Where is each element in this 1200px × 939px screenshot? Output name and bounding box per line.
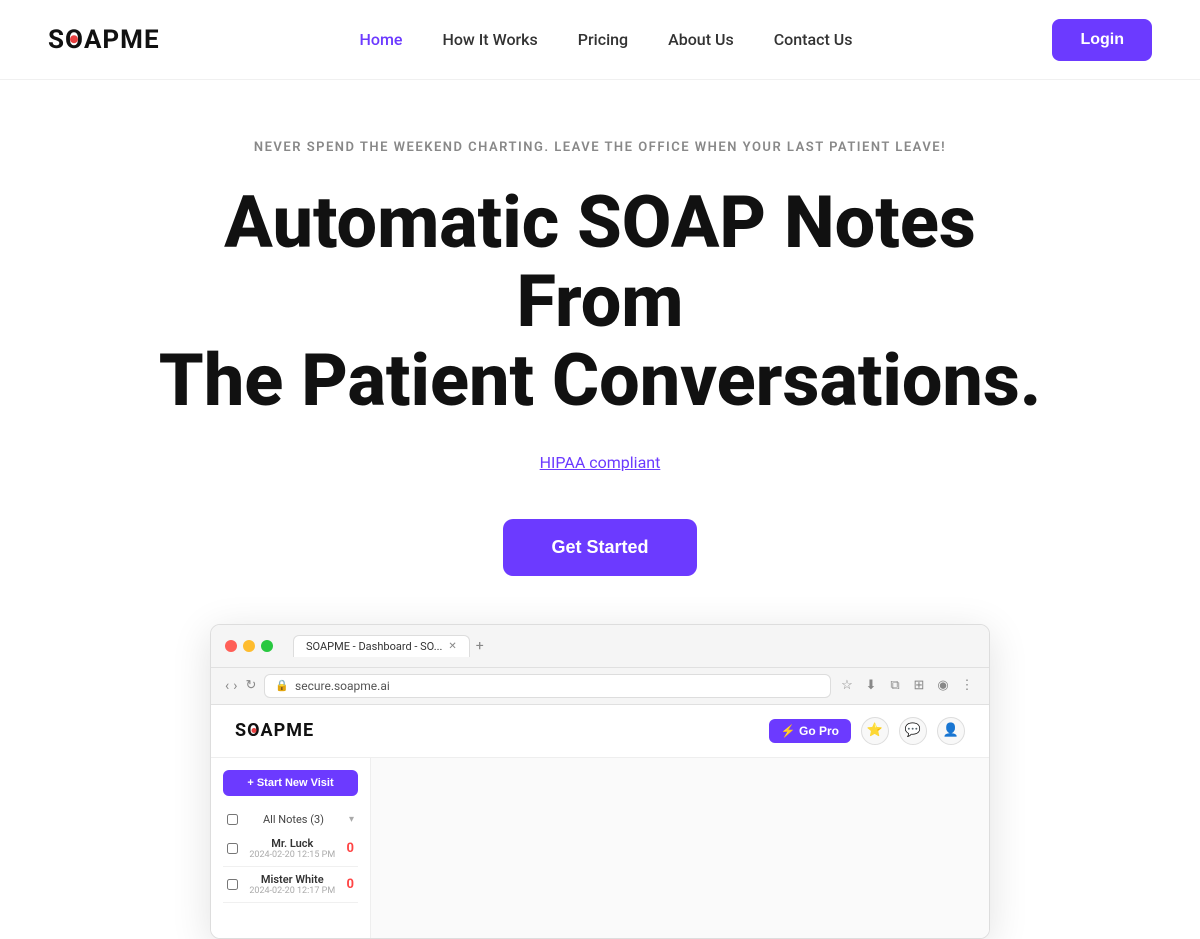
refresh-icon[interactable]: ↻	[245, 678, 256, 693]
patient-row[interactable]: Mister White 2024-02-20 12:17 PM 0	[223, 867, 358, 903]
browser-topbar: SOAPME - Dashboard - SO... ✕ +	[211, 625, 989, 668]
nav-home[interactable]: Home	[360, 30, 403, 49]
patient-1-checkbox[interactable]	[227, 843, 238, 854]
browser-mockup: SOAPME - Dashboard - SO... ✕ + ‹ › ↻ 🔒 s…	[210, 624, 990, 939]
new-tab-button[interactable]: +	[476, 638, 484, 654]
extension-icon[interactable]: ⧉	[887, 678, 903, 694]
nav-links: Home How It Works Pricing About Us Conta…	[360, 30, 853, 49]
back-arrow-icon[interactable]: ‹	[225, 678, 229, 694]
patient-2-info: Mister White 2024-02-20 12:17 PM	[244, 873, 341, 896]
patient-1-date: 2024-02-20 12:15 PM	[244, 850, 341, 860]
all-notes-chevron-icon: ▾	[349, 814, 354, 825]
profile-icon[interactable]: ◉	[935, 678, 951, 694]
app-header-right: ⚡ Go Pro ⭐ 💬 👤	[769, 717, 965, 745]
patient-row[interactable]: Mr. Luck 2024-02-20 12:15 PM 0	[223, 831, 358, 867]
app-inner: SOAPME ⚡ Go Pro ⭐ 💬 👤 + Start New Visit …	[211, 705, 989, 938]
all-notes-label: All Notes (3)	[244, 813, 343, 826]
maximize-dot[interactable]	[261, 640, 273, 652]
patient-2-badge: 0	[347, 877, 354, 892]
message-button[interactable]: 💬	[899, 717, 927, 745]
site-logo: SOAPME	[48, 25, 160, 55]
patient-2-checkbox[interactable]	[227, 879, 238, 890]
nav-how-it-works[interactable]: How It Works	[442, 30, 537, 49]
browser-traffic-lights	[225, 640, 273, 652]
browser-addressbar-row: ‹ › ↻ 🔒 secure.soapme.ai ☆ ⬇ ⧉ ⊞ ◉ ⋮	[211, 668, 989, 705]
browser-toolbar-icons: ☆ ⬇ ⧉ ⊞ ◉ ⋮	[839, 678, 975, 694]
login-button[interactable]: Login	[1052, 19, 1152, 61]
tab-close-icon[interactable]: ✕	[448, 641, 456, 652]
navbar: SOAPME Home How It Works Pricing About U…	[0, 0, 1200, 80]
browser-tab-area: SOAPME - Dashboard - SO... ✕ +	[293, 635, 484, 657]
hipaa-link[interactable]: HIPAA compliant	[48, 453, 1152, 472]
all-notes-checkbox[interactable]	[227, 814, 238, 825]
browser-tab[interactable]: SOAPME - Dashboard - SO... ✕	[293, 635, 470, 657]
all-notes-row[interactable]: All Notes (3) ▾	[223, 808, 358, 831]
hero-title: Automatic SOAP Notes From The Patient Co…	[150, 183, 1050, 421]
patient-1-name: Mr. Luck	[244, 837, 341, 850]
tab-label: SOAPME - Dashboard - SO...	[306, 640, 442, 653]
address-bar[interactable]: 🔒 secure.soapme.ai	[264, 674, 831, 698]
address-text: secure.soapme.ai	[295, 679, 390, 693]
user-avatar-button[interactable]: 👤	[937, 717, 965, 745]
nav-contact-us[interactable]: Contact Us	[774, 30, 853, 49]
app-body: + Start New Visit All Notes (3) ▾ Mr. Lu…	[211, 758, 989, 938]
star-button[interactable]: ⭐	[861, 717, 889, 745]
nav-about-us[interactable]: About Us	[668, 30, 734, 49]
new-visit-button[interactable]: + Start New Visit	[223, 770, 358, 796]
download-icon[interactable]: ⬇	[863, 678, 879, 694]
close-dot[interactable]	[225, 640, 237, 652]
get-started-button[interactable]: Get Started	[503, 519, 696, 576]
minimize-dot[interactable]	[243, 640, 255, 652]
patient-1-info: Mr. Luck 2024-02-20 12:15 PM	[244, 837, 341, 860]
nav-pricing[interactable]: Pricing	[578, 30, 628, 49]
hero-section: NEVER SPEND THE WEEKEND CHARTING. LEAVE …	[0, 80, 1200, 939]
app-sidebar: + Start New Visit All Notes (3) ▾ Mr. Lu…	[211, 758, 371, 938]
forward-arrow-icon[interactable]: ›	[233, 678, 237, 694]
hero-tagline: NEVER SPEND THE WEEKEND CHARTING. LEAVE …	[48, 140, 1152, 155]
browser-nav-arrows: ‹ ›	[225, 678, 237, 694]
tab-grid-icon[interactable]: ⊞	[911, 678, 927, 694]
lock-icon: 🔒	[275, 679, 289, 692]
app-main-content	[371, 758, 989, 938]
menu-icon[interactable]: ⋮	[959, 678, 975, 694]
go-pro-button[interactable]: ⚡ Go Pro	[769, 719, 851, 743]
patient-1-badge: 0	[347, 841, 354, 856]
app-logo: SOAPME	[235, 720, 314, 741]
bookmark-icon[interactable]: ☆	[839, 678, 855, 694]
patient-2-date: 2024-02-20 12:17 PM	[244, 886, 341, 896]
patient-2-name: Mister White	[244, 873, 341, 886]
